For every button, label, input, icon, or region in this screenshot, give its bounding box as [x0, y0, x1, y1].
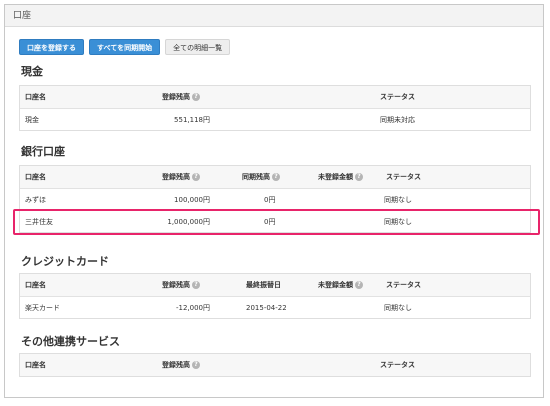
- column-header-unregistered-amount: 未登録金額?: [318, 274, 363, 296]
- column-header-name: 口座名: [25, 173, 46, 181]
- column-header-registered-balance: 登録残高?: [162, 354, 200, 376]
- table-row[interactable]: 現金 551,118円 同期未対応: [20, 108, 530, 130]
- table-header-row: 口座名 登録残高? 最終振替日 未登録金額? ステータス: [20, 274, 530, 296]
- toolbar: 口座を登録する すべてを同期開始 全ての明細一覧: [19, 39, 231, 55]
- synced-balance: 0円: [264, 218, 276, 226]
- register-account-button[interactable]: 口座を登録する: [19, 39, 84, 55]
- column-header-status: ステータス: [380, 361, 415, 369]
- accounts-window: 口座 口座を登録する すべてを同期開始 全ての明細一覧 現金 口座名 登録残高?…: [4, 4, 544, 398]
- registered-balance: 1,000,000円: [167, 218, 210, 226]
- column-header-status: ステータス: [380, 93, 415, 101]
- help-icon[interactable]: ?: [355, 173, 363, 181]
- bank-table: 口座名 登録残高? 同期残高? 未登録金額? ステータス みずほ 100,000…: [19, 165, 531, 233]
- column-header-name: 口座名: [25, 361, 46, 369]
- column-header-status: ステータス: [386, 173, 421, 181]
- registered-balance: 551,118円: [174, 116, 210, 124]
- account-name[interactable]: 楽天カード: [25, 297, 60, 319]
- help-icon[interactable]: ?: [192, 173, 200, 181]
- registered-balance: 100,000円: [174, 196, 210, 204]
- help-icon[interactable]: ?: [272, 173, 280, 181]
- synced-balance: 0円: [264, 196, 276, 204]
- column-header-registered-balance: 登録残高?: [162, 86, 200, 108]
- other-services-table: 口座名 登録残高? ステータス: [19, 353, 531, 377]
- status-text: 同期未対応: [380, 116, 415, 124]
- column-header-registered-balance: 登録残高?: [162, 166, 200, 188]
- account-name[interactable]: みずほ: [25, 189, 46, 211]
- column-header-status: ステータス: [386, 281, 421, 289]
- help-icon[interactable]: ?: [192, 361, 200, 369]
- help-icon[interactable]: ?: [192, 93, 200, 101]
- sync-all-button[interactable]: すべてを同期開始: [89, 39, 161, 55]
- column-header-last-debit-date: 最終振替日: [246, 281, 281, 289]
- table-header-row: 口座名 登録残高? ステータス: [20, 354, 530, 376]
- column-header-name: 口座名: [25, 93, 46, 101]
- status-text: 同期なし: [384, 196, 412, 204]
- last-debit-date: 2015-04-22: [246, 304, 287, 312]
- credit-table: 口座名 登録残高? 最終振替日 未登録金額? ステータス 楽天カード -12,0…: [19, 273, 531, 319]
- cash-table: 口座名 登録残高? ステータス 現金 551,118円 同期未対応: [19, 85, 531, 131]
- registered-balance: -12,000円: [175, 304, 210, 312]
- page-header: 口座: [5, 5, 543, 27]
- credit-section-title: クレジットカード: [21, 255, 109, 268]
- table-row[interactable]: 楽天カード -12,000円 2015-04-22 同期なし: [20, 296, 530, 318]
- other-services-section-title: その他連携サービス: [21, 335, 120, 348]
- page-title: 口座: [13, 11, 32, 21]
- cash-section-title: 現金: [21, 65, 43, 78]
- all-details-button[interactable]: 全ての明細一覧: [165, 39, 231, 55]
- column-header-synced-balance: 同期残高?: [242, 166, 280, 188]
- column-header-unregistered-amount: 未登録金額?: [318, 166, 363, 188]
- table-row[interactable]: 三井住友 1,000,000円 0円 同期なし: [20, 210, 530, 232]
- help-icon[interactable]: ?: [355, 281, 363, 289]
- bank-section-title: 銀行口座: [21, 145, 65, 158]
- column-header-registered-balance: 登録残高?: [162, 274, 200, 296]
- column-header-name: 口座名: [25, 281, 46, 289]
- table-header-row: 口座名 登録残高? 同期残高? 未登録金額? ステータス: [20, 166, 530, 188]
- table-header-row: 口座名 登録残高? ステータス: [20, 86, 530, 108]
- status-text: 同期なし: [384, 218, 412, 226]
- status-text: 同期なし: [384, 304, 412, 312]
- table-row[interactable]: みずほ 100,000円 0円 同期なし: [20, 188, 530, 210]
- account-name[interactable]: 現金: [25, 109, 39, 131]
- account-name[interactable]: 三井住友: [25, 211, 53, 233]
- help-icon[interactable]: ?: [192, 281, 200, 289]
